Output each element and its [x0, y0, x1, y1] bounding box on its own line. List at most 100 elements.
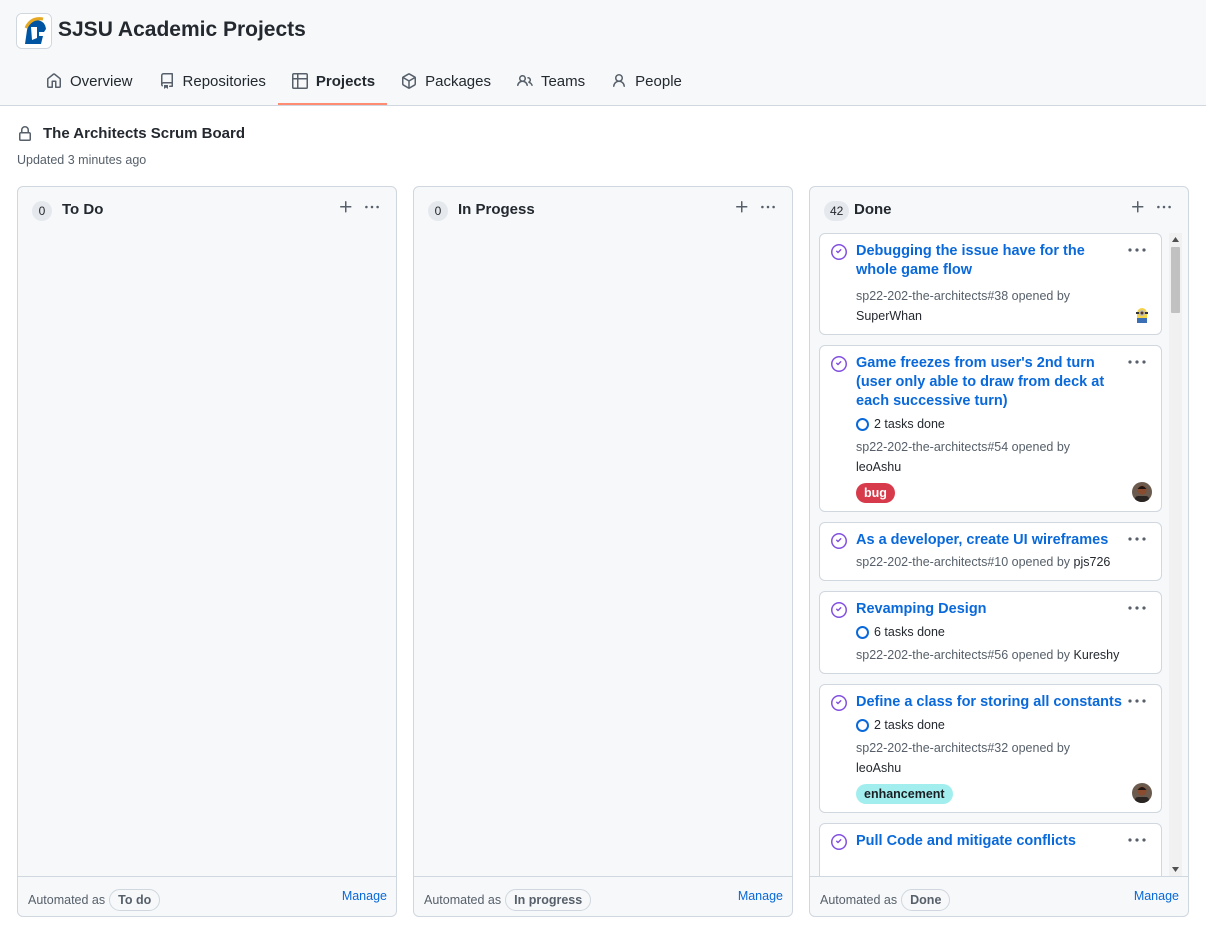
column-footer: Automated as Done Manage [810, 876, 1188, 916]
issue-meta: sp22-202-the-architects#56 opened by Kur… [856, 645, 1151, 665]
issue-closed-icon [831, 695, 847, 711]
column-in-progress: 0 In Progess Automated as In progress Ma… [413, 186, 793, 917]
label-enhancement[interactable]: enhancement [856, 784, 953, 804]
issue-meta: sp22-202-the-architects#32 opened by leo… [856, 738, 1151, 778]
avatar[interactable] [1132, 482, 1152, 502]
board-title: The Architects Scrum Board [43, 125, 245, 142]
add-card-button[interactable] [734, 199, 750, 215]
nav-projects[interactable]: Projects [277, 58, 388, 105]
avatar[interactable] [1132, 783, 1152, 803]
issue-title[interactable]: Define a class for storing all constants [856, 693, 1151, 712]
add-card-button[interactable] [338, 199, 354, 215]
issue-card[interactable]: Define a class for storing all constants… [819, 684, 1162, 813]
task-progress: 6 tasks done [856, 625, 1151, 639]
org-name[interactable]: SJSU Academic Projects [58, 18, 306, 42]
kebab-horizontal-icon [761, 205, 775, 209]
column-name: Done [854, 201, 892, 218]
spartan-helmet-logo[interactable] [16, 13, 52, 49]
kebab-horizontal-icon [1128, 699, 1146, 703]
nav-projects-label: Projects [315, 72, 376, 90]
automation-preset: In progress [505, 889, 592, 911]
card-menu-button[interactable] [1127, 355, 1147, 369]
column-header: 42 Done [810, 187, 1188, 233]
automation-info: Automated as Done [820, 889, 951, 911]
column-header: 0 In Progess [414, 187, 792, 233]
issue-card[interactable]: Revamping Design 6 tasks done sp22-202-t… [819, 591, 1162, 674]
issue-ref: sp22-202-the-architects#38 opened by [856, 289, 1071, 303]
manage-automation-link[interactable]: Manage [1134, 889, 1179, 903]
column-menu-button[interactable] [364, 199, 384, 215]
people-icon [517, 74, 533, 87]
column-footer: Automated as In progress Manage [414, 876, 792, 916]
card-list[interactable]: Debugging the issue have for the whole g… [819, 233, 1162, 876]
issue-author[interactable]: Kureshy [1074, 648, 1120, 662]
add-card-button[interactable] [1130, 199, 1146, 215]
automation-info: Automated as To do [28, 889, 161, 911]
issue-closed-icon [831, 533, 847, 549]
board-updated: Updated 3 minutes ago [17, 153, 147, 167]
column-name: In Progess [458, 201, 535, 218]
automation-info: Automated as In progress [424, 889, 592, 911]
nav-people-label: People [635, 72, 682, 90]
repo-icon [160, 73, 173, 89]
automation-prefix: Automated as [28, 893, 106, 907]
nav-overview[interactable]: Overview [32, 58, 145, 104]
kebab-horizontal-icon [1128, 248, 1146, 252]
column-todo: 0 To Do Automated as To do Manage [17, 186, 397, 917]
issue-closed-icon [831, 356, 847, 372]
issue-ref: sp22-202-the-architects#56 opened by [856, 648, 1071, 662]
issue-title[interactable]: Revamping Design [856, 600, 1151, 619]
nav-repositories-label: Repositories [182, 72, 266, 90]
scroll-up-arrow-icon[interactable] [1169, 233, 1182, 247]
issue-card[interactable]: Debugging the issue have for the whole g… [819, 233, 1162, 335]
automation-preset: Done [901, 889, 951, 911]
issue-closed-icon [831, 602, 847, 618]
kebab-horizontal-icon [365, 205, 379, 209]
column-menu-button[interactable] [1156, 199, 1176, 215]
plus-icon [340, 201, 352, 213]
issue-title[interactable]: Pull Code and mitigate conflicts [856, 832, 1151, 851]
scroll-thumb[interactable] [1171, 247, 1180, 313]
issue-card[interactable]: Pull Code and mitigate conflicts [819, 823, 1162, 876]
issue-card[interactable]: As a developer, create UI wireframes sp2… [819, 522, 1162, 581]
column-count: 0 [32, 201, 52, 221]
label-bug[interactable]: bug [856, 483, 895, 503]
avatar[interactable] [1132, 305, 1152, 325]
issue-ref: sp22-202-the-architects#32 opened by [856, 741, 1071, 755]
card-menu-button[interactable] [1127, 243, 1147, 257]
home-icon [47, 73, 61, 88]
issue-title[interactable]: As a developer, create UI wireframes [856, 531, 1151, 550]
issue-author[interactable]: leoAshu [856, 460, 901, 474]
kebab-horizontal-icon [1128, 537, 1146, 541]
column-count: 42 [824, 201, 850, 221]
manage-automation-link[interactable]: Manage [738, 889, 783, 903]
issue-closed-icon [831, 244, 847, 260]
issue-card[interactable]: Game freezes from user's 2nd turn (user … [819, 345, 1162, 512]
issue-author[interactable]: SuperWhan [856, 309, 922, 323]
issue-author[interactable]: pjs726 [1074, 555, 1111, 569]
package-icon [402, 73, 417, 89]
nav-teams[interactable]: Teams [503, 58, 597, 104]
task-progress: 2 tasks done [856, 718, 1151, 732]
issue-author[interactable]: leoAshu [856, 761, 901, 775]
scroll-down-arrow-icon[interactable] [1169, 862, 1182, 876]
column-count: 0 [428, 201, 448, 221]
card-menu-button[interactable] [1127, 532, 1147, 546]
card-menu-button[interactable] [1127, 833, 1147, 847]
scrollbar[interactable] [1169, 233, 1182, 876]
manage-automation-link[interactable]: Manage [342, 889, 387, 903]
plus-icon [1132, 201, 1144, 213]
issue-meta: sp22-202-the-architects#38 opened by Sup… [856, 286, 1151, 326]
issue-title[interactable]: Debugging the issue have for the whole g… [856, 242, 1151, 280]
nav-people[interactable]: People [597, 58, 694, 104]
nav-packages-label: Packages [425, 72, 491, 90]
card-menu-button[interactable] [1127, 694, 1147, 708]
nav-packages[interactable]: Packages [387, 58, 503, 104]
column-menu-button[interactable] [760, 199, 780, 215]
column-name: To Do [62, 201, 104, 218]
nav-repositories[interactable]: Repositories [145, 58, 278, 104]
card-menu-button[interactable] [1127, 601, 1147, 615]
automation-prefix: Automated as [424, 893, 502, 907]
progress-ring-icon [856, 417, 869, 431]
issue-title[interactable]: Game freezes from user's 2nd turn (user … [856, 354, 1151, 411]
